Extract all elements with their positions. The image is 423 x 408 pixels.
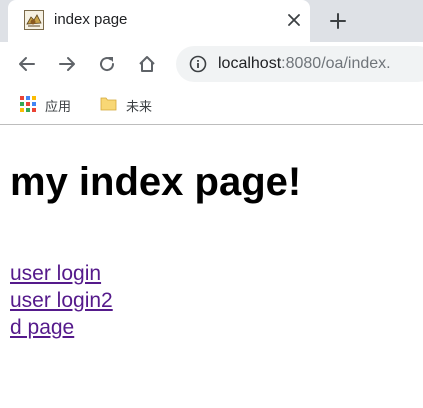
user-login-link[interactable]: user login bbox=[10, 260, 113, 287]
address-url[interactable]: localhost:8080/oa/index. bbox=[218, 55, 391, 73]
address-bar[interactable]: localhost:8080/oa/index. bbox=[176, 46, 423, 82]
apps-grid-icon bbox=[20, 95, 36, 115]
link-list: user login user login2 d page bbox=[10, 260, 113, 341]
info-icon[interactable] bbox=[189, 55, 207, 73]
bookmarks-bar: 应用 未来 bbox=[0, 86, 423, 125]
browser-toolbar: localhost:8080/oa/index. bbox=[0, 42, 423, 86]
page-content: my index page! user login user login2 d … bbox=[0, 125, 423, 408]
bookmark-label: 未来 bbox=[126, 98, 153, 114]
back-arrow-icon[interactable] bbox=[15, 52, 39, 76]
tab-strip: index page bbox=[0, 0, 423, 42]
bookmark-folder-future[interactable]: 未来 bbox=[100, 95, 152, 115]
active-tab[interactable]: index page bbox=[8, 0, 310, 42]
tomcat-favicon-icon bbox=[24, 10, 44, 30]
folder-icon bbox=[100, 95, 117, 115]
page-title: my index page! bbox=[10, 160, 302, 204]
close-tab-icon[interactable] bbox=[283, 9, 305, 31]
bookmark-apps[interactable]: 应用 bbox=[20, 95, 71, 115]
url-host: localhost bbox=[218, 55, 282, 72]
d-page-link[interactable]: d page bbox=[10, 314, 113, 341]
url-path: :8080/oa/index. bbox=[281, 55, 391, 72]
user-login2-link[interactable]: user login2 bbox=[10, 287, 113, 314]
forward-arrow-icon[interactable] bbox=[55, 52, 79, 76]
tab-title: index page bbox=[54, 11, 128, 28]
home-icon[interactable] bbox=[135, 52, 159, 76]
new-tab-plus-icon[interactable] bbox=[326, 9, 350, 33]
reload-icon[interactable] bbox=[95, 52, 119, 76]
bookmark-label: 应用 bbox=[45, 98, 72, 114]
